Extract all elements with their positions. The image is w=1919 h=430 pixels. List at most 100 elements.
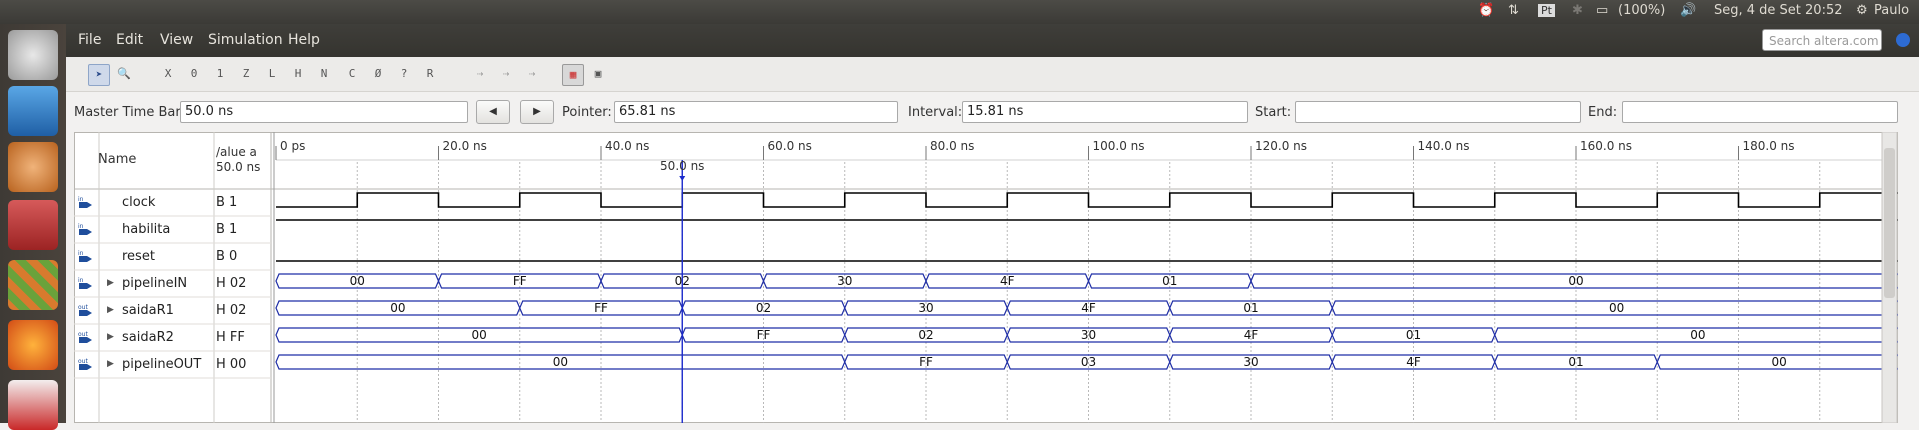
expand-bus-icon[interactable]: ▶ <box>107 359 114 369</box>
signal-value: B 1 <box>216 222 238 237</box>
signal-value: B 1 <box>216 195 238 210</box>
battery-icon[interactable]: ▭ <box>1596 3 1608 18</box>
ruler-tick-label: 120.0 ns <box>1255 139 1307 153</box>
expand-bus-icon[interactable]: ▶ <box>107 305 114 315</box>
arbitrary-value-icon[interactable]: ? <box>394 64 414 84</box>
clock-datetime[interactable]: Seg, 4 de Set 20:52 <box>1714 3 1843 18</box>
signal-value: H 02 <box>216 276 247 291</box>
bus-segment-value: 4F <box>1406 355 1421 369</box>
column-header-value[interactable]: /alue a 50.0 ns <box>216 145 260 175</box>
selection-tool-icon[interactable]: ➤ <box>88 64 110 86</box>
ruler-tick-label: 20.0 ns <box>443 139 487 153</box>
signal-name[interactable]: saidaR2 <box>122 330 174 345</box>
master-time-bar-label: Master Time Bar: <box>74 105 185 120</box>
bus-segment-value: 03 <box>1081 355 1096 369</box>
zoom-tool-icon[interactable]: 🔍 <box>114 64 134 84</box>
timing-sim-icon[interactable]: ⇢ <box>496 64 516 84</box>
clock-waveform <box>276 192 1898 208</box>
firefox-icon[interactable] <box>8 320 58 370</box>
bus-segment-value: 00 <box>553 355 568 369</box>
forcing-weak-low-icon[interactable]: L <box>262 64 282 84</box>
signal-name[interactable]: pipelineOUT <box>122 357 201 372</box>
pointer-field[interactable]: 65.81 ns <box>614 101 898 123</box>
files-icon[interactable] <box>8 200 58 250</box>
forcing-high-icon[interactable]: 1 <box>210 64 230 84</box>
forcing-low-icon[interactable]: 0 <box>184 64 204 84</box>
output-pin-icon: out <box>78 303 94 317</box>
signal-name[interactable]: saidaR1 <box>122 303 174 318</box>
battery-percent[interactable]: (100%) <box>1618 3 1665 18</box>
user-name[interactable]: Paulo <box>1874 3 1909 18</box>
ruler-tick-label: 180.0 ns <box>1743 139 1795 153</box>
signal-name[interactable]: clock <box>122 195 155 210</box>
signal-value: H 00 <box>216 357 247 372</box>
bus-segment-value: 00 <box>1690 328 1705 342</box>
dropbox-icon[interactable] <box>8 86 58 136</box>
prev-transition-button[interactable]: ◀ <box>476 100 510 124</box>
menubar: File Edit View Simulation Help <box>66 24 1919 57</box>
functional-sim-icon[interactable]: ⇢ <box>470 64 490 84</box>
grid-icon[interactable]: ▣ <box>588 64 608 84</box>
clock-value-icon[interactable]: Ø <box>368 64 388 84</box>
signal-name[interactable]: habilita <box>122 222 170 237</box>
ruler-tick-label: 140.0 ns <box>1418 139 1470 153</box>
bus-segment-value: 4F <box>1000 274 1015 288</box>
bus-segment-value: FF <box>594 301 608 315</box>
expand-bus-icon[interactable]: ▶ <box>107 278 114 288</box>
gear-icon[interactable]: ⚙ <box>1856 3 1868 18</box>
next-transition-button[interactable]: ▶ <box>520 100 554 124</box>
bus-segment-value: 30 <box>918 301 933 315</box>
master-time-bar-field[interactable]: 50.0 ns <box>180 101 468 123</box>
bus-segment-value: FF <box>513 274 527 288</box>
forcing-z-icon[interactable]: Z <box>236 64 256 84</box>
start-field[interactable] <box>1295 101 1581 123</box>
column-header-name[interactable]: Name <box>98 152 136 167</box>
forcing-weak-high-icon[interactable]: H <box>288 64 308 84</box>
waveform-canvas[interactable]: 0 ps 20.0 ns 40.0 ns 60.0 ns 80.0 ns 100.0 ns… <box>74 132 1898 423</box>
bus-segment-value: 30 <box>1081 328 1096 342</box>
volume-icon[interactable]: 🔊 <box>1680 3 1696 18</box>
game-icon[interactable] <box>8 260 58 310</box>
column-header-value-line2: 50.0 ns <box>216 160 261 174</box>
menu-file[interactable]: File <box>78 32 101 48</box>
input-pin-icon: in <box>78 222 94 236</box>
bus-segment-value: 30 <box>1243 355 1258 369</box>
random-value-icon[interactable]: R <box>420 64 440 84</box>
bus-segment-value: 02 <box>918 328 933 342</box>
interval-field[interactable]: 15.81 ns <box>962 101 1248 123</box>
bus-segment-value: 01 <box>1406 328 1421 342</box>
search-app-icon[interactable] <box>8 142 58 192</box>
forcing-unknown-icon[interactable]: X <box>158 64 178 84</box>
search-input[interactable]: Search altera.com <box>1762 29 1882 51</box>
bluetooth-icon[interactable]: ✱ <box>1572 3 1583 18</box>
signal-name[interactable]: pipelineIN <box>122 276 187 291</box>
netlist-icon[interactable]: ⇢ <box>522 64 542 84</box>
menu-view[interactable]: View <box>160 32 193 48</box>
end-field[interactable] <box>1622 101 1898 123</box>
alarm-icon[interactable]: ⏰ <box>1478 3 1494 18</box>
expand-bus-icon[interactable]: ▶ <box>107 332 114 342</box>
svg-text:out: out <box>78 304 88 311</box>
signal-value: H 02 <box>216 303 247 318</box>
menu-help[interactable]: Help <box>288 32 320 48</box>
invert-icon[interactable]: N <box>314 64 334 84</box>
keyboard-layout-indicator[interactable]: Pt <box>1538 4 1555 17</box>
toolbar: ➤ 🔍 X 0 1 Z L H N C Ø ? R ⇢ ⇢ ⇢ ▦ ▣ <box>66 57 1919 92</box>
master-time-cursor-handle <box>679 176 686 181</box>
system-top-panel: ⏰ ⇅ Pt ✱ ▭ (100%) 🔊 Seg, 4 de Set 20:52 … <box>0 0 1919 24</box>
unity-launcher <box>0 24 66 430</box>
menu-edit[interactable]: Edit <box>116 32 143 48</box>
vertical-scrollbar-thumb[interactable] <box>1884 148 1895 298</box>
waveform-editor-icon[interactable]: ▦ <box>562 64 584 86</box>
svg-text:in: in <box>78 250 84 257</box>
ubuntu-dash-icon[interactable] <box>8 30 58 80</box>
menu-simulation[interactable]: Simulation <box>208 32 283 48</box>
signal-name[interactable]: reset <box>122 249 155 264</box>
count-value-icon[interactable]: C <box>342 64 362 84</box>
ruler-tick-label: 80.0 ns <box>930 139 974 153</box>
globe-icon[interactable] <box>1896 33 1910 47</box>
network-icon[interactable]: ⇅ <box>1508 3 1519 18</box>
bus-segment-value: 00 <box>390 301 405 315</box>
ruler-tick-label: 100.0 ns <box>1093 139 1145 153</box>
master-time-cursor-label: 50.0 ns <box>660 159 704 173</box>
